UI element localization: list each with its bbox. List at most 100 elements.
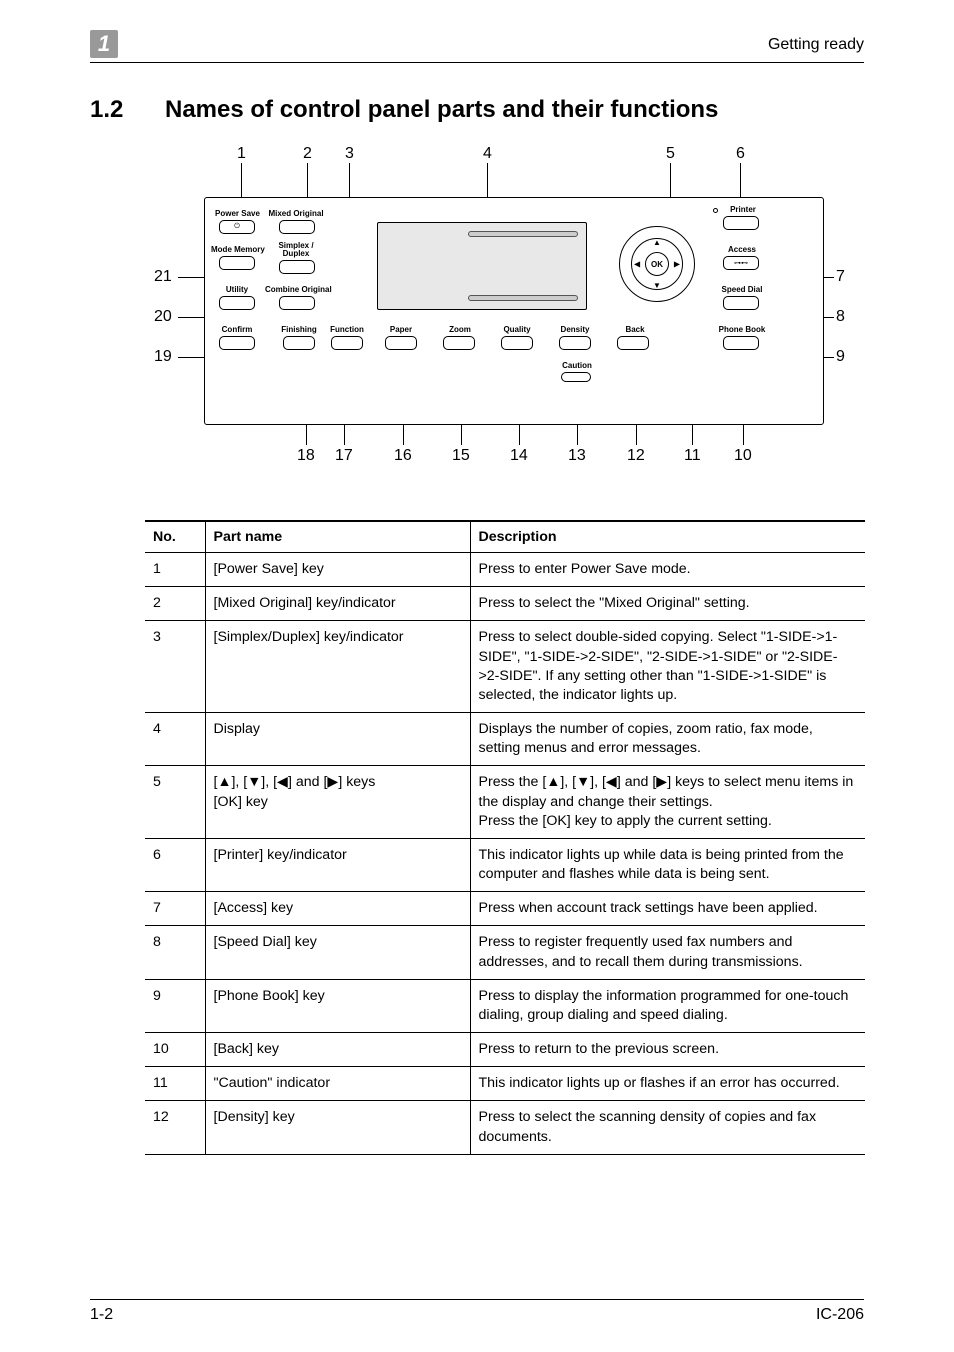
density-label: Density: [557, 326, 593, 334]
cell-no: 9: [145, 979, 205, 1032]
cell-no: 8: [145, 926, 205, 979]
footer-page: 1-2: [90, 1306, 113, 1324]
arrow-down-icon: ▼: [653, 281, 661, 290]
cell-part: [Phone Book] key: [205, 979, 470, 1032]
callout-bottom-15: 15: [452, 447, 470, 465]
function-label: Function: [327, 326, 367, 334]
cell-desc: Press to select the "Mixed Original" set…: [470, 587, 865, 621]
cell-desc: Press the [▲], [▼], [◀] and [▶] keys to …: [470, 766, 865, 839]
cell-desc: Press to select the scanning density of …: [470, 1101, 865, 1154]
cell-part: [Access] key: [205, 892, 470, 926]
footer-rule: [90, 1299, 864, 1300]
cell-part: Display: [205, 713, 470, 766]
cell-part: [Back] key: [205, 1033, 470, 1067]
simplex-duplex-key[interactable]: [279, 260, 315, 274]
access-label: Access: [725, 246, 759, 254]
phone-book-label: Phone Book: [717, 326, 767, 334]
cell-no: 7: [145, 892, 205, 926]
zoom-key[interactable]: [443, 336, 475, 350]
cell-no: 6: [145, 838, 205, 891]
cell-desc: Press when account track settings have b…: [470, 892, 865, 926]
table-row: 5[▲], [▼], [◀] and [▶] keys [OK] keyPres…: [145, 766, 865, 839]
caution-label: Caution: [559, 362, 595, 370]
paper-label: Paper: [385, 326, 417, 334]
cell-no: 4: [145, 713, 205, 766]
cell-desc: Press to display the information program…: [470, 979, 865, 1032]
callout-top-3: 3: [345, 145, 354, 163]
confirm-key[interactable]: [219, 336, 255, 350]
chapter-tab: 1: [90, 30, 118, 58]
display-slot: [468, 295, 578, 301]
callout-bottom-12: 12: [627, 447, 645, 465]
table-row: 1[Power Save] keyPress to enter Power Sa…: [145, 553, 865, 587]
printer-label: Printer: [723, 206, 763, 214]
access-key[interactable]: ⊶⊷: [723, 256, 759, 270]
table-row: 2[Mixed Original] key/indicatorPress to …: [145, 587, 865, 621]
table-row: 12[Density] keyPress to select the scann…: [145, 1101, 865, 1154]
cell-desc: Displays the number of copies, zoom rati…: [470, 713, 865, 766]
callout-right-7: 7: [836, 268, 845, 286]
mode-memory-label: Mode Memory: [211, 246, 263, 254]
callout-left-19: 19: [154, 348, 172, 366]
mixed-original-label: Mixed Original: [267, 210, 325, 218]
power-save-key[interactable]: ⏻: [219, 220, 255, 234]
simplex-duplex-label: Simplex / Duplex: [273, 242, 319, 259]
cell-no: 12: [145, 1101, 205, 1154]
callout-right-9: 9: [836, 348, 845, 366]
cell-part: [Simplex/Duplex] key/indicator: [205, 621, 470, 713]
table-row: 11"Caution" indicatorThis indicator ligh…: [145, 1067, 865, 1101]
cell-desc: Press to select double-sided copying. Se…: [470, 621, 865, 713]
callout-top-2: 2: [303, 145, 312, 163]
speed-dial-label: Speed Dial: [719, 286, 765, 294]
lcd-display: [377, 222, 587, 310]
th-desc: Description: [470, 521, 865, 553]
back-key[interactable]: [617, 336, 649, 350]
callout-bottom-13: 13: [568, 447, 586, 465]
footer-model: IC-206: [816, 1306, 864, 1324]
speed-dial-key[interactable]: [723, 296, 759, 310]
phone-book-key[interactable]: [723, 336, 759, 350]
cell-desc: Press to return to the previous screen.: [470, 1033, 865, 1067]
callout-bottom-14: 14: [510, 447, 528, 465]
mode-memory-key[interactable]: [219, 256, 255, 270]
printer-key[interactable]: [723, 216, 759, 230]
callout-left-21: 21: [154, 268, 172, 286]
utility-label: Utility: [223, 286, 251, 294]
caution-indicator: [561, 372, 591, 382]
callout-bottom-17: 17: [335, 447, 353, 465]
cell-no: 2: [145, 587, 205, 621]
mixed-original-key[interactable]: [279, 220, 315, 234]
ok-key[interactable]: OK: [645, 252, 669, 276]
cell-part: [▲], [▼], [◀] and [▶] keys [OK] key: [205, 766, 470, 839]
function-key[interactable]: [331, 336, 363, 350]
cell-no: 3: [145, 621, 205, 713]
cell-desc: This indicator lights up or flashes if a…: [470, 1067, 865, 1101]
utility-key[interactable]: [219, 296, 255, 310]
callout-top-1: 1: [237, 145, 246, 163]
finishing-label: Finishing: [277, 326, 321, 334]
combine-original-label: Combine Original: [265, 286, 329, 294]
cell-no: 10: [145, 1033, 205, 1067]
table-row: 6[Printer] key/indicatorThis indicator l…: [145, 838, 865, 891]
cell-no: 1: [145, 553, 205, 587]
section-number: 1.2: [90, 96, 123, 124]
quality-key[interactable]: [501, 336, 533, 350]
finishing-key[interactable]: [283, 336, 315, 350]
callout-top-5: 5: [666, 145, 675, 163]
paper-key[interactable]: [385, 336, 417, 350]
zoom-label: Zoom: [445, 326, 475, 334]
callout-bottom-18: 18: [297, 447, 315, 465]
callout-bottom-11: 11: [684, 447, 701, 465]
arrow-up-icon: ▲: [653, 238, 661, 247]
cell-part: [Mixed Original] key/indicator: [205, 587, 470, 621]
cell-part: "Caution" indicator: [205, 1067, 470, 1101]
density-key[interactable]: [559, 336, 591, 350]
table-row: 10[Back] keyPress to return to the previ…: [145, 1033, 865, 1067]
callout-top-4: 4: [483, 145, 492, 163]
cell-no: 11: [145, 1067, 205, 1101]
callout-top-6: 6: [736, 145, 745, 163]
control-panel-diagram: 1 2 3 4 5 6 21 20 19 7 8 9 18 17 16 15 1…: [150, 145, 840, 490]
printer-led: [713, 208, 718, 213]
combine-original-key[interactable]: [279, 296, 315, 310]
header-right: Getting ready: [768, 36, 864, 54]
